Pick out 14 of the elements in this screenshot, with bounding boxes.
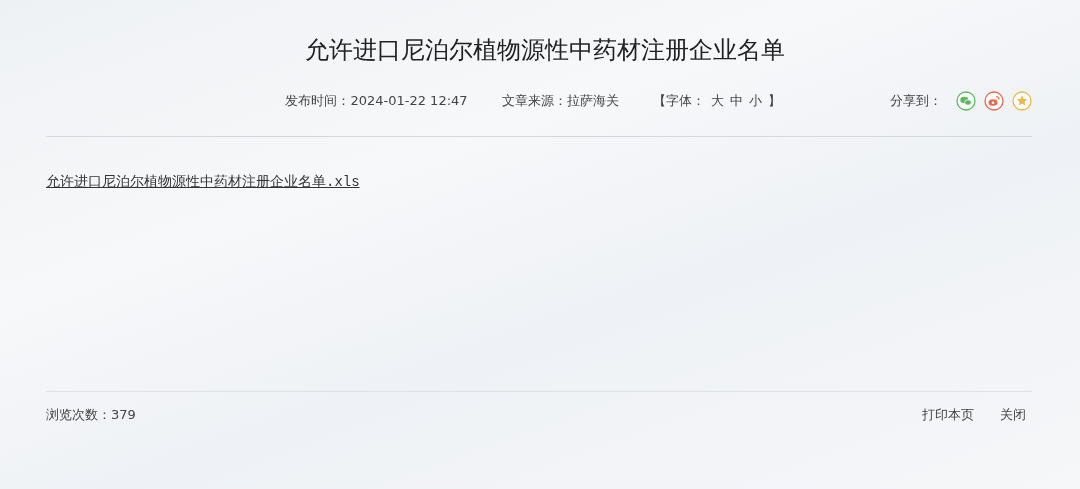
view-count: 浏览次数：379: [46, 406, 136, 424]
share-label: 分享到：: [890, 92, 942, 110]
chat-icon[interactable]: [956, 91, 976, 111]
bracket: 】: [767, 92, 781, 110]
attachment-link[interactable]: 允许进口尼泊尔植物源性中药材注册企业名单.xls: [46, 174, 360, 190]
font-size-button[interactable]: 中: [729, 92, 743, 110]
publish-time: 发布时间：2024-01-22 12:47: [285, 92, 468, 110]
article-source: 文章来源：拉萨海关: [501, 92, 619, 110]
font-size-label: 【字体：: [652, 92, 705, 110]
font-size-button[interactable]: 大: [710, 92, 724, 110]
font-size-button[interactable]: 小: [748, 92, 762, 110]
article-title: 允许进口尼泊尔植物源性中药材注册企业名单: [304, 35, 786, 66]
footer-action[interactable]: 打印本页: [922, 406, 974, 424]
footer-action[interactable]: 关闭: [1000, 406, 1026, 424]
